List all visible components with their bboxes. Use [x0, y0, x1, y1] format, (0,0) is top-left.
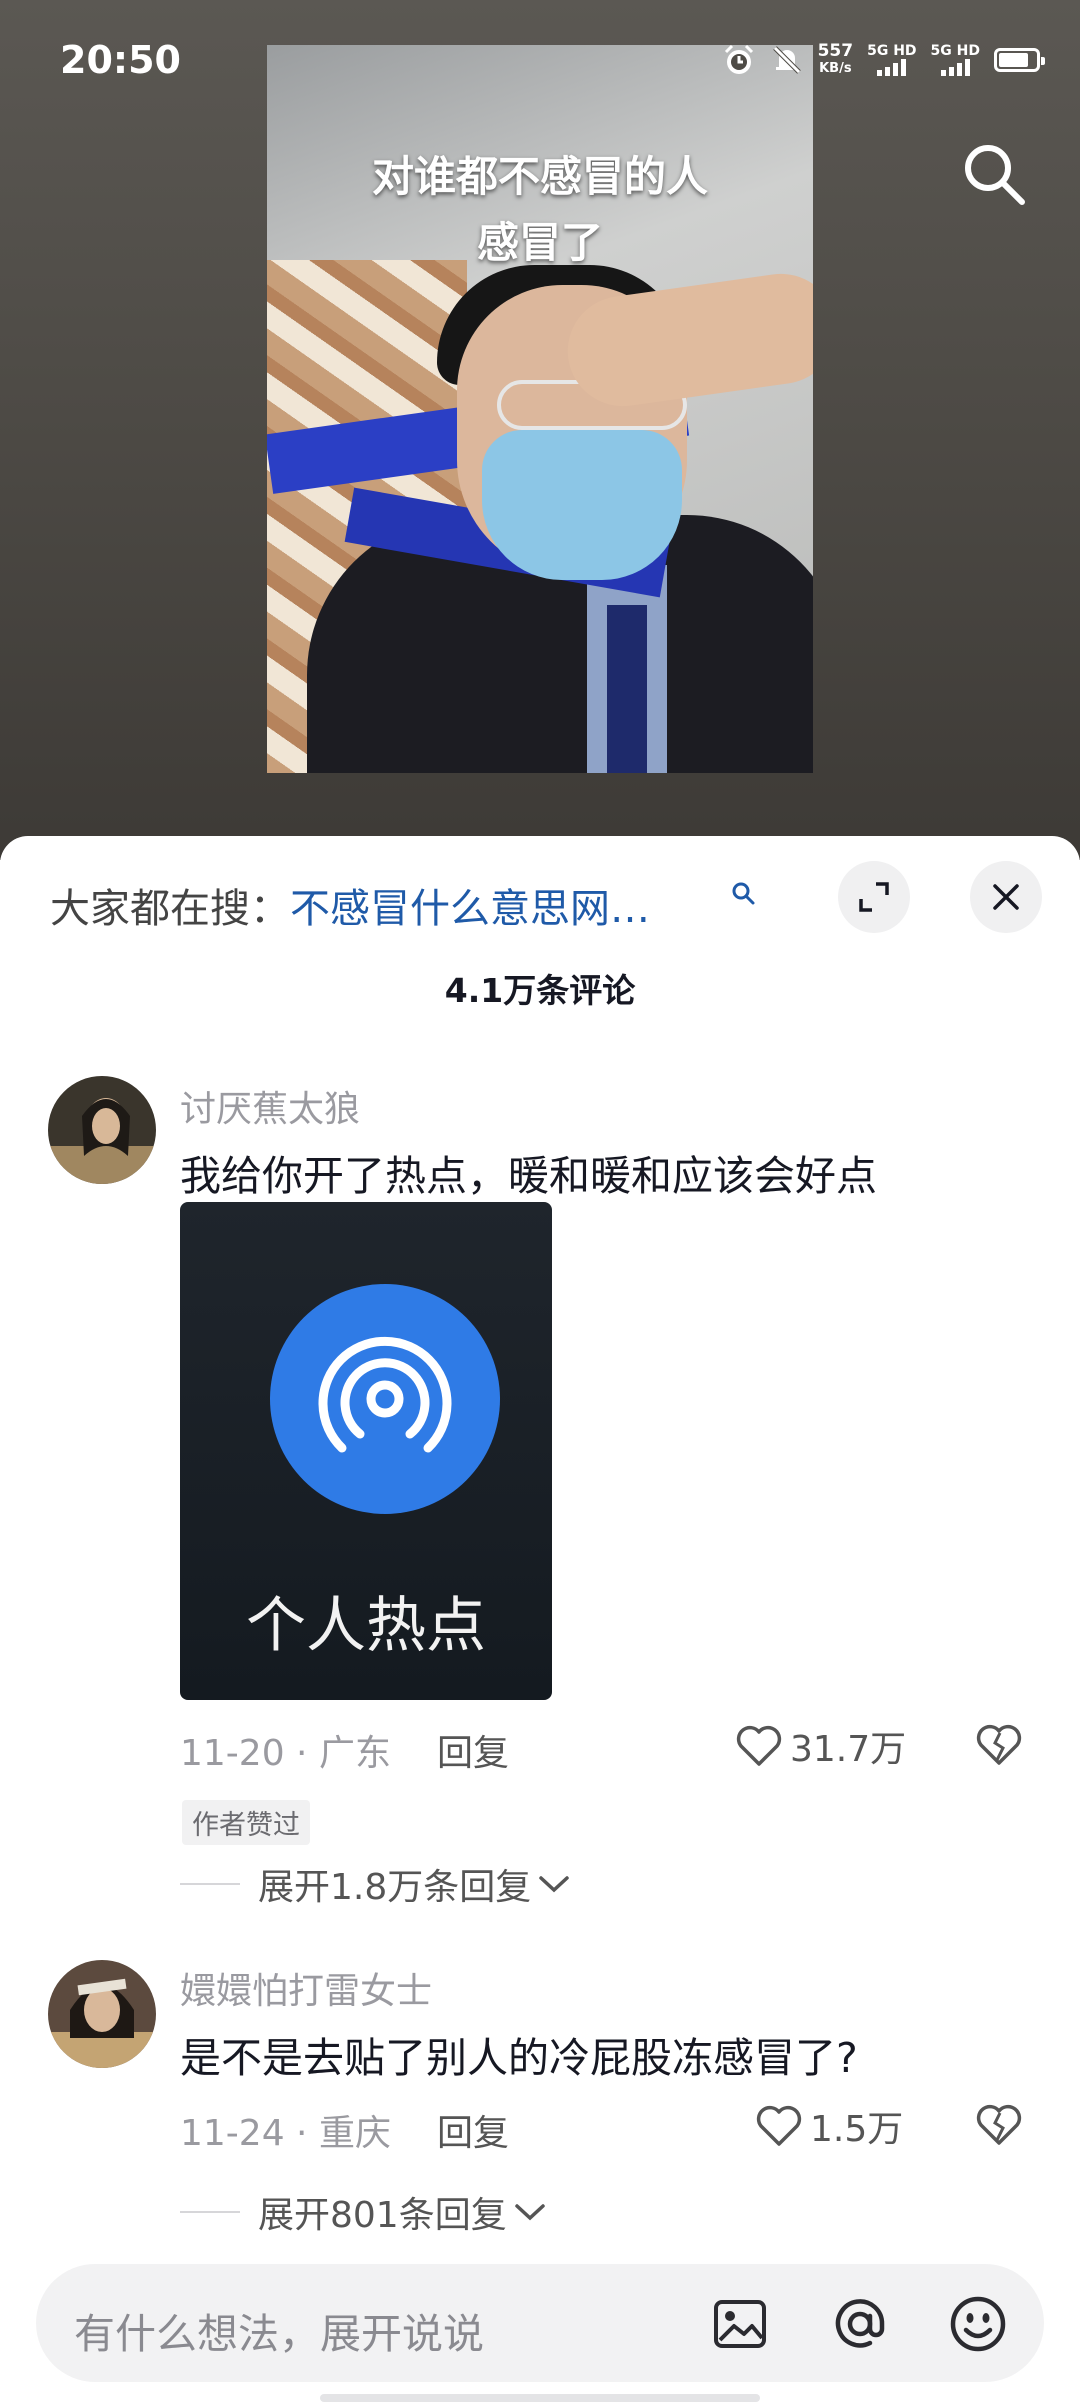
- like-button[interactable]: 31.7万: [736, 1720, 906, 1772]
- avatar-image: [48, 1076, 156, 1184]
- avatar[interactable]: [48, 1960, 156, 2068]
- expand-replies-button[interactable]: 展开801条回复: [180, 2186, 547, 2238]
- dislike-icon[interactable]: [975, 1724, 1023, 1766]
- expand-replies-label: 展开1.8万条回复: [258, 1867, 532, 1908]
- comment-username[interactable]: 讨厌蕉太狼: [180, 1080, 360, 1132]
- comment-count: 4.1万条评论: [444, 971, 636, 1010]
- close-icon: [993, 884, 1019, 910]
- mention-icon[interactable]: [830, 2294, 890, 2354]
- comment-input[interactable]: 有什么想法，展开说说: [74, 2300, 484, 2360]
- meta-separator: ·: [284, 1733, 319, 1774]
- signal-icon: [867, 58, 916, 76]
- divider: [180, 2211, 240, 2213]
- comment-meta: 11-24 · 重庆 回复: [180, 2104, 509, 2156]
- emoji-icon[interactable]: [948, 2294, 1008, 2354]
- chevron-down-icon: [514, 2204, 545, 2221]
- status-time: 20:50: [60, 38, 181, 82]
- chevron-down-icon: [539, 1876, 570, 1893]
- video-scene-tie: [607, 605, 647, 773]
- comment-location: 重庆: [318, 2113, 391, 2154]
- like-button[interactable]: 1.5万: [756, 2100, 903, 2152]
- comment-input-bar[interactable]: 有什么想法，展开说说: [36, 2264, 1044, 2382]
- search-suggestion-prefix: 大家都在搜：: [50, 886, 290, 932]
- divider: [180, 1883, 240, 1885]
- dislike-icon[interactable]: [975, 2104, 1023, 2146]
- search-suggestion[interactable]: 大家都在搜：不感冒什么意思网…: [50, 876, 750, 934]
- video-scene-mask: [482, 430, 682, 580]
- like-count: 31.7万: [790, 1729, 907, 1770]
- comment-image[interactable]: 个人热点: [180, 1202, 552, 1700]
- comment-location: 广东: [318, 1733, 391, 1774]
- comment-username[interactable]: 嬛嬛怕打雷女士: [180, 1962, 432, 2014]
- network-speed-value: 557: [817, 41, 854, 61]
- expand-icon: [859, 882, 889, 912]
- sim2-signal: 5G HD: [931, 44, 980, 76]
- video-background[interactable]: 对谁都不感冒的人 感冒了: [0, 0, 1080, 860]
- alarm-icon: [724, 44, 753, 74]
- meta-separator: ·: [284, 2113, 319, 2154]
- comment-date: 11-20: [180, 1733, 285, 1774]
- close-button[interactable]: [970, 861, 1042, 933]
- search-icon[interactable]: [960, 140, 1030, 210]
- heart-icon: [736, 1725, 782, 1766]
- home-indicator[interactable]: [320, 2394, 760, 2402]
- video-caption-line1: 对谁都不感冒的人: [371, 152, 708, 201]
- hotspot-icon: [318, 1336, 452, 1453]
- reply-button[interactable]: 回复: [437, 1733, 509, 1774]
- mute-bell-icon: [772, 46, 801, 74]
- avatar[interactable]: [48, 1076, 156, 1184]
- comment-text: 是不是去贴了别人的冷屁股冻感冒了?: [180, 2034, 858, 2082]
- search-suggestion-link[interactable]: 不感冒什么意思网…: [290, 886, 650, 932]
- comment-sheet: 大家都在搜：不感冒什么意思网… 4.1万条评论 讨厌蕉太狼 我给你开了热点，暖和…: [0, 836, 1080, 2408]
- battery-icon: [994, 48, 1045, 72]
- reply-button[interactable]: 回复: [437, 2113, 509, 2154]
- hotspot-circle: [270, 1284, 500, 1514]
- author-liked-badge: 作者赞过: [182, 1800, 310, 1845]
- video-caption-line2: 感冒了: [476, 218, 603, 267]
- expand-replies-label: 展开801条回复: [258, 2195, 507, 2236]
- avatar-image: [48, 1960, 156, 2068]
- comment-text: 我给你开了热点，暖和暖和应该会好点: [180, 1152, 877, 1200]
- sim1-label: 5G HD: [867, 43, 917, 59]
- comment-image-label: 个人热点: [246, 1591, 486, 1661]
- sim2-label: 5G HD: [930, 43, 980, 59]
- expand-button[interactable]: [838, 861, 910, 933]
- status-icons: 557 KB/s 5G HD 5G HD: [722, 42, 1045, 78]
- like-count: 1.5万: [810, 2109, 904, 2150]
- sim1-signal: 5G HD: [867, 43, 917, 76]
- battery-fill: [999, 53, 1028, 67]
- comment-date: 11-24: [180, 2113, 285, 2154]
- heart-icon: [756, 2105, 802, 2146]
- network-speed-unit: KB/s: [819, 61, 852, 76]
- image-icon[interactable]: [712, 2296, 768, 2352]
- video-player[interactable]: 对谁都不感冒的人 感冒了: [267, 45, 813, 773]
- expand-replies-button[interactable]: 展开1.8万条回复: [180, 1858, 571, 1910]
- search-suggestion-icon: [732, 882, 755, 905]
- status-bar: 20:50 557 KB/s 5G HD 5G HD: [0, 0, 1080, 120]
- network-speed: 557 KB/s: [818, 42, 854, 78]
- comment-meta: 11-20 · 广东 回复: [180, 1724, 509, 1776]
- signal-icon-2: [931, 58, 980, 76]
